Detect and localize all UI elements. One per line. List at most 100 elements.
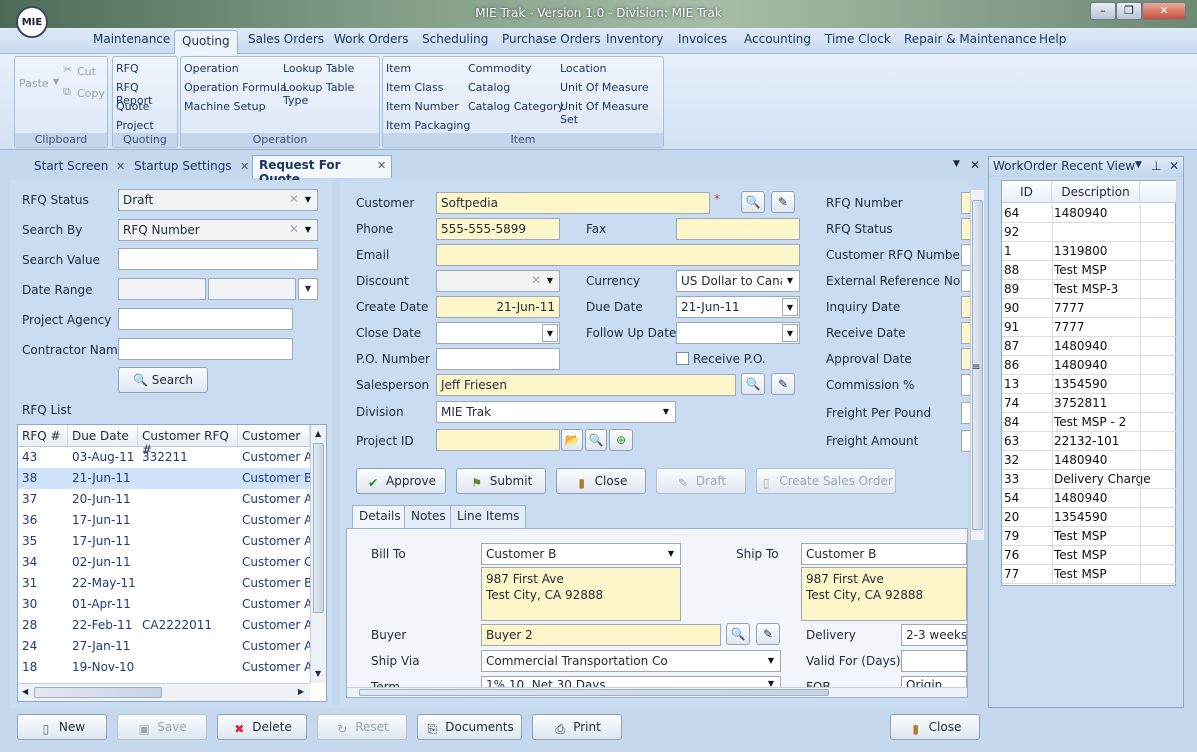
- list-item[interactable]: 32 1480940: [1002, 451, 1177, 470]
- list-item[interactable]: 74 3752811: [1002, 394, 1177, 413]
- ribbon-unit-of-measure-set[interactable]: Unit Of Measure Set: [560, 100, 663, 126]
- salesperson-search-icon[interactable]: 🔍: [741, 373, 765, 395]
- tab-list-dropdown-icon[interactable]: ▼: [953, 159, 960, 169]
- documents-button[interactable]: ⎘ Documents: [417, 714, 522, 740]
- follow-up-date-field[interactable]: ▼: [676, 322, 800, 344]
- menu-accounting[interactable]: Accounting: [744, 32, 811, 46]
- scroll-up-icon[interactable]: ▲: [315, 429, 321, 438]
- project-agency-input[interactable]: [118, 308, 293, 330]
- salesperson-field[interactable]: Jeff Friesen: [436, 374, 736, 396]
- menu-quoting[interactable]: Quoting: [174, 30, 238, 54]
- chevron-down-icon[interactable]: ▼: [663, 545, 679, 563]
- menu-inventory[interactable]: Inventory: [606, 32, 663, 46]
- close-form-button[interactable]: ▮ Close: [890, 714, 980, 740]
- menu-purchase-orders[interactable]: Purchase Orders: [502, 32, 601, 46]
- cut-button[interactable]: Cut: [77, 65, 96, 78]
- rfq-list-horizontal-scrollbar[interactable]: ◀ ▶: [18, 683, 310, 701]
- tab-notes[interactable]: Notes: [404, 505, 453, 528]
- restore-button[interactable]: ❐: [1116, 2, 1142, 20]
- copy-button[interactable]: Copy: [77, 87, 105, 100]
- draft-button[interactable]: ✎ Draft: [656, 468, 746, 494]
- list-item[interactable]: 64 1480940: [1002, 204, 1177, 223]
- scroll-thumb[interactable]: [313, 443, 324, 613]
- date-range-dropdown-icon[interactable]: ▼: [298, 278, 318, 300]
- receive-po-checkbox[interactable]: [676, 352, 689, 365]
- bill-to-select[interactable]: Customer B ▼: [481, 543, 681, 565]
- menu-repair-maintenance[interactable]: Repair & Maintenance: [904, 32, 1037, 46]
- print-button[interactable]: ⎙ Print: [532, 714, 622, 740]
- bill-to-address[interactable]: 987 First Ave Test City, CA 92888: [481, 567, 681, 621]
- add-icon[interactable]: ⊕: [609, 429, 633, 451]
- close-date-field[interactable]: ▼: [436, 322, 560, 344]
- chevron-down-icon[interactable]: ▼: [300, 191, 316, 209]
- menu-time-clock[interactable]: Time Clock: [825, 32, 891, 46]
- close-icon[interactable]: ✕: [116, 160, 125, 173]
- menu-scheduling[interactable]: Scheduling: [422, 32, 488, 46]
- close-icon[interactable]: ✕: [240, 160, 249, 173]
- splitter-grip-icon[interactable]: ≡: [972, 362, 980, 373]
- ribbon-location[interactable]: Location: [560, 62, 607, 75]
- salesperson-edit-icon[interactable]: ✎: [771, 373, 795, 395]
- tab-line-items[interactable]: Line Items: [450, 505, 527, 528]
- list-item[interactable]: 87 1480940: [1002, 337, 1177, 356]
- column-header-rfq[interactable]: RFQ #: [18, 425, 68, 447]
- table-row[interactable]: 18 19-Nov-10 Customer A: [18, 657, 312, 678]
- delivery-field[interactable]: 2-3 weeks: [901, 624, 967, 646]
- chevron-down-icon[interactable]: ▼: [542, 324, 558, 342]
- tab-request-for-quote[interactable]: Request For Quote ✕: [252, 155, 392, 186]
- table-row[interactable]: 36 17-Jun-11 Customer A: [18, 510, 312, 531]
- ribbon-operation[interactable]: Operation: [184, 62, 239, 75]
- close-rfq-button[interactable]: ▮ Close: [556, 468, 646, 494]
- table-row[interactable]: 35 17-Jun-11 Customer A: [18, 531, 312, 552]
- tab-startup-settings[interactable]: Startup Settings ✕: [128, 157, 252, 177]
- customer-field[interactable]: Softpedia: [436, 192, 710, 214]
- project-id-field[interactable]: [436, 429, 560, 451]
- column-header-id[interactable]: ID: [1002, 181, 1052, 203]
- chevron-down-icon[interactable]: ▼: [300, 221, 316, 239]
- table-row[interactable]: 31 22-May-11 Customer B: [18, 573, 312, 594]
- date-range-start[interactable]: [118, 278, 206, 300]
- ribbon-operation-formula[interactable]: Operation Formula: [184, 81, 287, 94]
- ribbon-rfq[interactable]: RFQ: [116, 62, 139, 75]
- ship-to-address[interactable]: 987 First Ave Test City, CA 92888: [801, 567, 967, 621]
- ribbon-item-class[interactable]: Item Class: [386, 81, 443, 94]
- clear-icon[interactable]: ✕: [531, 273, 541, 287]
- tab-details[interactable]: Details: [352, 505, 408, 529]
- ribbon-unit-of-measure[interactable]: Unit Of Measure: [560, 81, 649, 94]
- customer-edit-icon[interactable]: ✎: [771, 191, 795, 213]
- buyer-field[interactable]: Buyer 2: [481, 624, 721, 646]
- details-horizontal-scrollbar[interactable]: [347, 687, 967, 697]
- list-item[interactable]: 89 Test MSP-3: [1002, 280, 1177, 299]
- chevron-down-icon[interactable]: ▼: [542, 272, 558, 290]
- create-sales-order-button[interactable]: ▯ Create Sales Order: [756, 468, 896, 494]
- scroll-left-icon[interactable]: ◀: [22, 687, 28, 696]
- tab-start-screen[interactable]: Start Screen ✕: [28, 157, 128, 177]
- folder-icon[interactable]: 📂: [561, 429, 583, 451]
- close-icon[interactable]: ✕: [377, 159, 386, 172]
- menu-work-orders[interactable]: Work Orders: [334, 32, 409, 46]
- table-row[interactable]: 30 01-Apr-11 Customer A: [18, 594, 312, 615]
- project-search-icon[interactable]: 🔍: [585, 429, 607, 451]
- menu-help[interactable]: Help: [1039, 32, 1066, 46]
- column-header-due-date[interactable]: Due Date: [68, 425, 138, 447]
- table-row[interactable]: 28 22-Feb-11 CA2222011 Customer A: [18, 615, 312, 636]
- column-header-description[interactable]: Description: [1052, 181, 1140, 203]
- list-item[interactable]: 20 1354590: [1002, 508, 1177, 527]
- list-item[interactable]: 63 22132-101: [1002, 432, 1177, 451]
- po-number-field[interactable]: [436, 348, 560, 370]
- rfq-status-select[interactable]: Draft ✕ ▼: [118, 189, 318, 211]
- list-item[interactable]: 88 Test MSP: [1002, 261, 1177, 280]
- currency-select[interactable]: US Dollar to Canad ▼: [676, 270, 800, 292]
- chevron-down-icon[interactable]: ▼: [782, 272, 798, 290]
- contractor-name-input[interactable]: [118, 338, 293, 360]
- minimize-button[interactable]: –: [1090, 2, 1116, 20]
- close-icon[interactable]: ✕: [1169, 159, 1179, 173]
- buyer-edit-icon[interactable]: ✎: [756, 623, 780, 645]
- table-row[interactable]: 24 27-Jan-11 Customer A: [18, 636, 312, 657]
- menu-maintenance[interactable]: Maintenance: [93, 32, 170, 46]
- ribbon-item-packaging[interactable]: Item Packaging: [386, 119, 470, 132]
- list-item[interactable]: 33 Delivery Charge: [1002, 470, 1177, 489]
- paste-button[interactable]: Paste: [19, 77, 49, 90]
- buyer-search-icon[interactable]: 🔍: [726, 623, 750, 645]
- pane-menu-icon[interactable]: ▼: [1135, 160, 1142, 170]
